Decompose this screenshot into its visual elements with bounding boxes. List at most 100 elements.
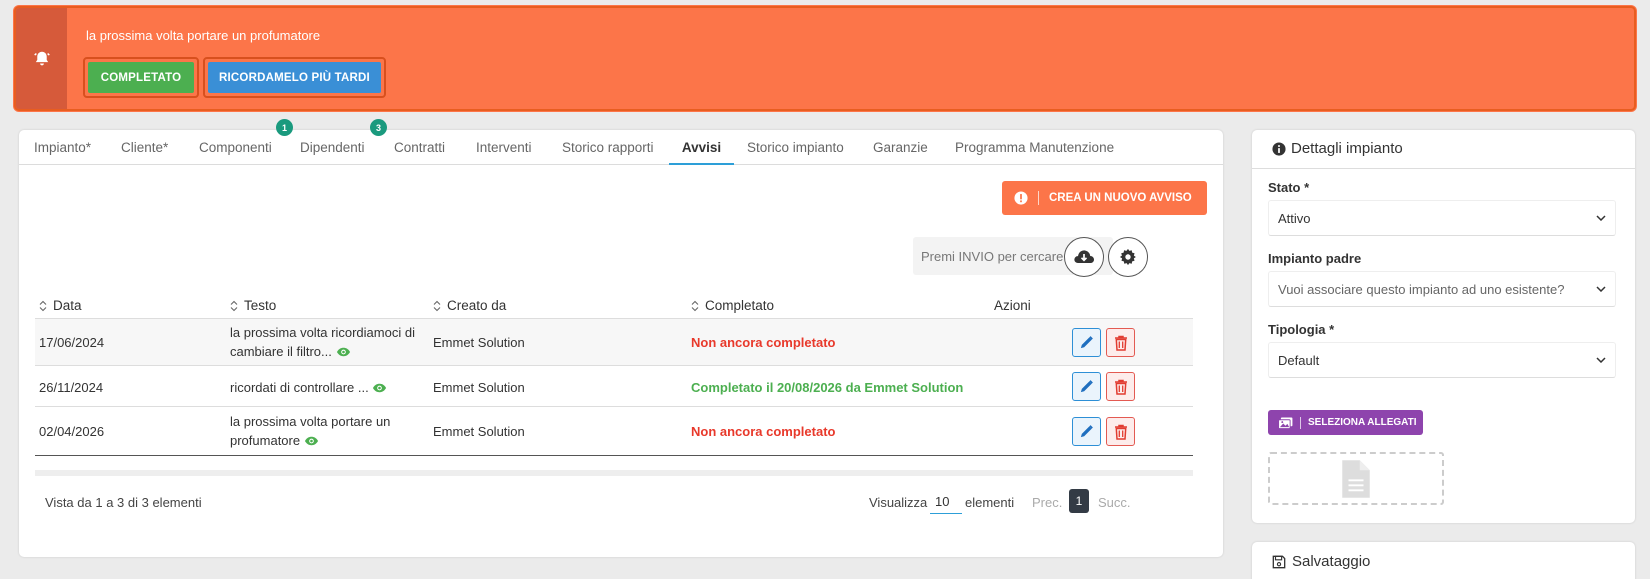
page-size-input[interactable]: 10 xyxy=(930,488,962,514)
stato-select[interactable]: Attivo xyxy=(1268,200,1616,236)
tab-label: Storico impianto xyxy=(747,140,844,155)
save-icon xyxy=(1272,555,1286,568)
trash-icon xyxy=(1114,379,1127,395)
tab-label: Impianto* xyxy=(34,140,92,155)
tab-storico-impianto[interactable]: Storico impianto xyxy=(747,140,844,155)
edit-button[interactable] xyxy=(1072,328,1101,357)
plant-details-card: Dettagli impianto Stato * Attivo Impiant… xyxy=(1252,130,1635,523)
horizontal-scrollbar[interactable] xyxy=(35,470,1193,476)
tab-impianto[interactable]: Impianto* xyxy=(34,140,91,155)
select-attachments-label: SELEZIONA ALLEGATI xyxy=(1308,417,1417,428)
next-page-link[interactable]: Succ. xyxy=(1098,495,1131,510)
create-notice-button[interactable]: CREA UN NUOVO AVVISO xyxy=(1002,181,1207,215)
save-title: Salvataggio xyxy=(1272,553,1370,570)
cell-completato: Completato il 20/08/2026 da Emmet Soluti… xyxy=(691,380,964,395)
trash-icon xyxy=(1114,424,1127,440)
chevron-down-icon xyxy=(1596,357,1606,363)
impianto-padre-select[interactable]: Vuoi associare questo impianto ad uno es… xyxy=(1268,271,1616,307)
page-1-button[interactable]: 1 xyxy=(1069,489,1089,513)
cell-completato: Non ancora completato xyxy=(691,424,836,439)
attachment-dropzone[interactable] xyxy=(1268,452,1444,505)
settings-button[interactable] xyxy=(1108,237,1148,277)
column-label: Azioni xyxy=(994,298,1031,313)
create-notice-label: CREA UN NUOVO AVVISO xyxy=(1049,192,1192,204)
eye-icon[interactable] xyxy=(336,347,351,357)
chevron-down-icon xyxy=(1596,286,1606,292)
info-icon xyxy=(1272,141,1286,156)
tab-label: Cliente* xyxy=(121,140,169,155)
tab-bar: Impianto* Cliente* Componenti 1 Dipenden… xyxy=(19,119,1223,165)
select-attachments-button[interactable]: SELEZIONA ALLEGATI xyxy=(1268,410,1423,435)
pencil-icon xyxy=(1080,425,1093,438)
page-size-label: Visualizza xyxy=(869,495,928,510)
chevron-down-icon xyxy=(1596,215,1606,221)
alert-icon-column xyxy=(16,8,67,109)
elements-label: elementi xyxy=(965,495,1015,510)
tab-programma-manutenzione[interactable]: Programma Manutenzione xyxy=(955,140,1114,155)
tab-componenti[interactable]: Componenti xyxy=(199,140,272,155)
tab-label: Componenti xyxy=(199,140,272,155)
cell-testo-text: la prossima volta ricordiamoci di cambia… xyxy=(230,325,415,359)
edit-button[interactable] xyxy=(1072,417,1101,446)
tab-interventi[interactable]: Interventi xyxy=(476,140,532,155)
tab-label: Contratti xyxy=(394,140,446,155)
delete-button[interactable] xyxy=(1106,328,1135,357)
table-row: 02/04/2026 la prossima volta portare un … xyxy=(35,407,1193,456)
tab-contratti[interactable]: 3 Contratti xyxy=(370,119,446,155)
file-icon xyxy=(1342,459,1370,498)
tipologia-select[interactable]: Default xyxy=(1268,342,1616,378)
column-label: Testo xyxy=(244,298,277,313)
delete-button[interactable] xyxy=(1106,372,1135,401)
alert-circle-icon xyxy=(1014,191,1028,205)
prev-page-link[interactable]: Prec. xyxy=(1032,495,1062,510)
delete-button[interactable] xyxy=(1106,417,1135,446)
tipologia-value: Default xyxy=(1278,352,1320,368)
tab-label: Avvisi xyxy=(681,140,722,155)
cell-testo: ricordati di controllare ... xyxy=(230,380,387,395)
divider xyxy=(1252,168,1635,169)
column-header-creato-da[interactable]: Creato da xyxy=(433,298,506,313)
tab-cliente[interactable]: Cliente* xyxy=(121,140,168,155)
tab-avvisi[interactable]: Avvisi xyxy=(669,130,734,165)
sort-icon xyxy=(433,300,441,312)
table-row: 26/11/2024 ricordati di controllare ... … xyxy=(35,366,1193,407)
remind-later-button[interactable]: RICORDAMELO PIÙ TARDI xyxy=(203,57,386,98)
column-header-completato[interactable]: Completato xyxy=(691,298,774,313)
completed-button[interactable]: COMPLETATO xyxy=(83,57,199,98)
cell-creato-da: Emmet Solution xyxy=(433,380,525,395)
save-title-text: Salvataggio xyxy=(1292,553,1371,570)
tab-garanzie[interactable]: Garanzie xyxy=(873,140,928,155)
column-header-testo[interactable]: Testo xyxy=(230,298,276,313)
cell-data: 26/11/2024 xyxy=(39,380,104,395)
column-label: Creato da xyxy=(447,298,507,313)
column-header-data[interactable]: Data xyxy=(39,298,82,313)
save-card: Salvataggio xyxy=(1252,542,1635,579)
tab-badge: 3 xyxy=(370,119,387,136)
stato-value: Attivo xyxy=(1278,210,1311,226)
cloud-download-icon xyxy=(1074,250,1094,263)
pencil-icon xyxy=(1080,380,1093,393)
tab-dipendenti[interactable]: 1 Dipendenti xyxy=(276,119,365,155)
sort-icon xyxy=(39,300,47,312)
cell-testo: la prossima volta portare un profumatore xyxy=(230,412,410,450)
impianto-padre-label: Impianto padre xyxy=(1268,251,1362,266)
edit-button[interactable] xyxy=(1072,372,1101,401)
tab-storico-rapporti[interactable]: Storico rapporti xyxy=(562,140,654,155)
images-icon xyxy=(1278,416,1293,429)
trash-icon xyxy=(1114,335,1127,351)
gear-icon xyxy=(1119,248,1136,266)
cell-data: 17/06/2024 xyxy=(39,335,105,350)
eye-icon[interactable] xyxy=(372,383,387,393)
cell-creato-da: Emmet Solution xyxy=(433,335,525,350)
table-header: Data Testo Creato da Completato Azioni xyxy=(35,292,1193,319)
cell-testo-text: ricordati di controllare ... xyxy=(230,380,369,395)
column-header-azioni: Azioni xyxy=(994,298,1031,313)
plant-details-title-text: Dettagli impianto xyxy=(1291,140,1403,157)
eye-icon[interactable] xyxy=(304,436,319,446)
tab-label: Garanzie xyxy=(873,140,928,155)
table-row: 17/06/2024 la prossima volta ricordiamoc… xyxy=(35,319,1193,366)
search-input[interactable] xyxy=(921,248,1081,264)
bell-icon xyxy=(33,51,50,65)
download-button[interactable] xyxy=(1064,237,1104,277)
tab-label: Interventi xyxy=(476,140,532,155)
